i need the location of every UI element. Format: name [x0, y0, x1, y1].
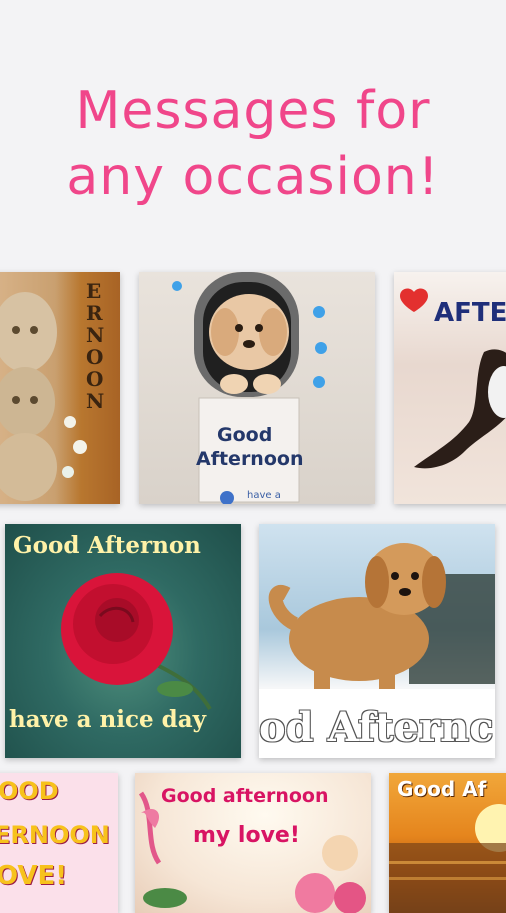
- card-afternoon-love[interactable]: OOD ERNOON OVE!: [0, 773, 118, 913]
- card-2-line-2: Afternoon: [196, 448, 304, 470]
- card-cat-afternoon[interactable]: AFTE: [394, 272, 506, 504]
- card-puppy-window[interactable]: Good Afternoon have a: [139, 272, 375, 504]
- headline-line-1: Messages for: [75, 81, 431, 141]
- promo-header: Messages for any occasion!: [0, 0, 506, 260]
- promo-headline: Messages for any occasion!: [0, 78, 506, 210]
- card-dog-snow[interactable]: od Afternc: [259, 524, 495, 758]
- card-4-bottom: have a nice day: [9, 706, 206, 733]
- card-3-text: AFTE: [434, 298, 506, 328]
- card-sunset-afternoon[interactable]: Good Af: [389, 773, 506, 913]
- card-6-line-1: OOD: [0, 777, 59, 805]
- card-2-small: have a: [247, 490, 281, 501]
- card-my-love[interactable]: Good afternoon my love!: [135, 773, 371, 913]
- card-2-line-1: Good: [217, 424, 273, 446]
- card-6-line-3: OVE!: [0, 861, 68, 891]
- card-4-top: Good Afternon: [13, 532, 201, 559]
- card-6-line-2: ERNOON: [0, 821, 110, 849]
- card-rose-nice-day[interactable]: Good Afternon have a nice day: [5, 524, 241, 758]
- card-1-text: ERNOON: [86, 279, 105, 413]
- headline-line-2: any occasion!: [66, 147, 440, 207]
- card-7-line-2: my love!: [193, 823, 300, 848]
- card-7-line-1: Good afternoon: [161, 785, 329, 807]
- card-kittens-afternoon[interactable]: ERNOON: [0, 272, 120, 504]
- card-8-text: Good Af: [397, 777, 487, 801]
- card-5-text: od Afternc: [259, 704, 494, 751]
